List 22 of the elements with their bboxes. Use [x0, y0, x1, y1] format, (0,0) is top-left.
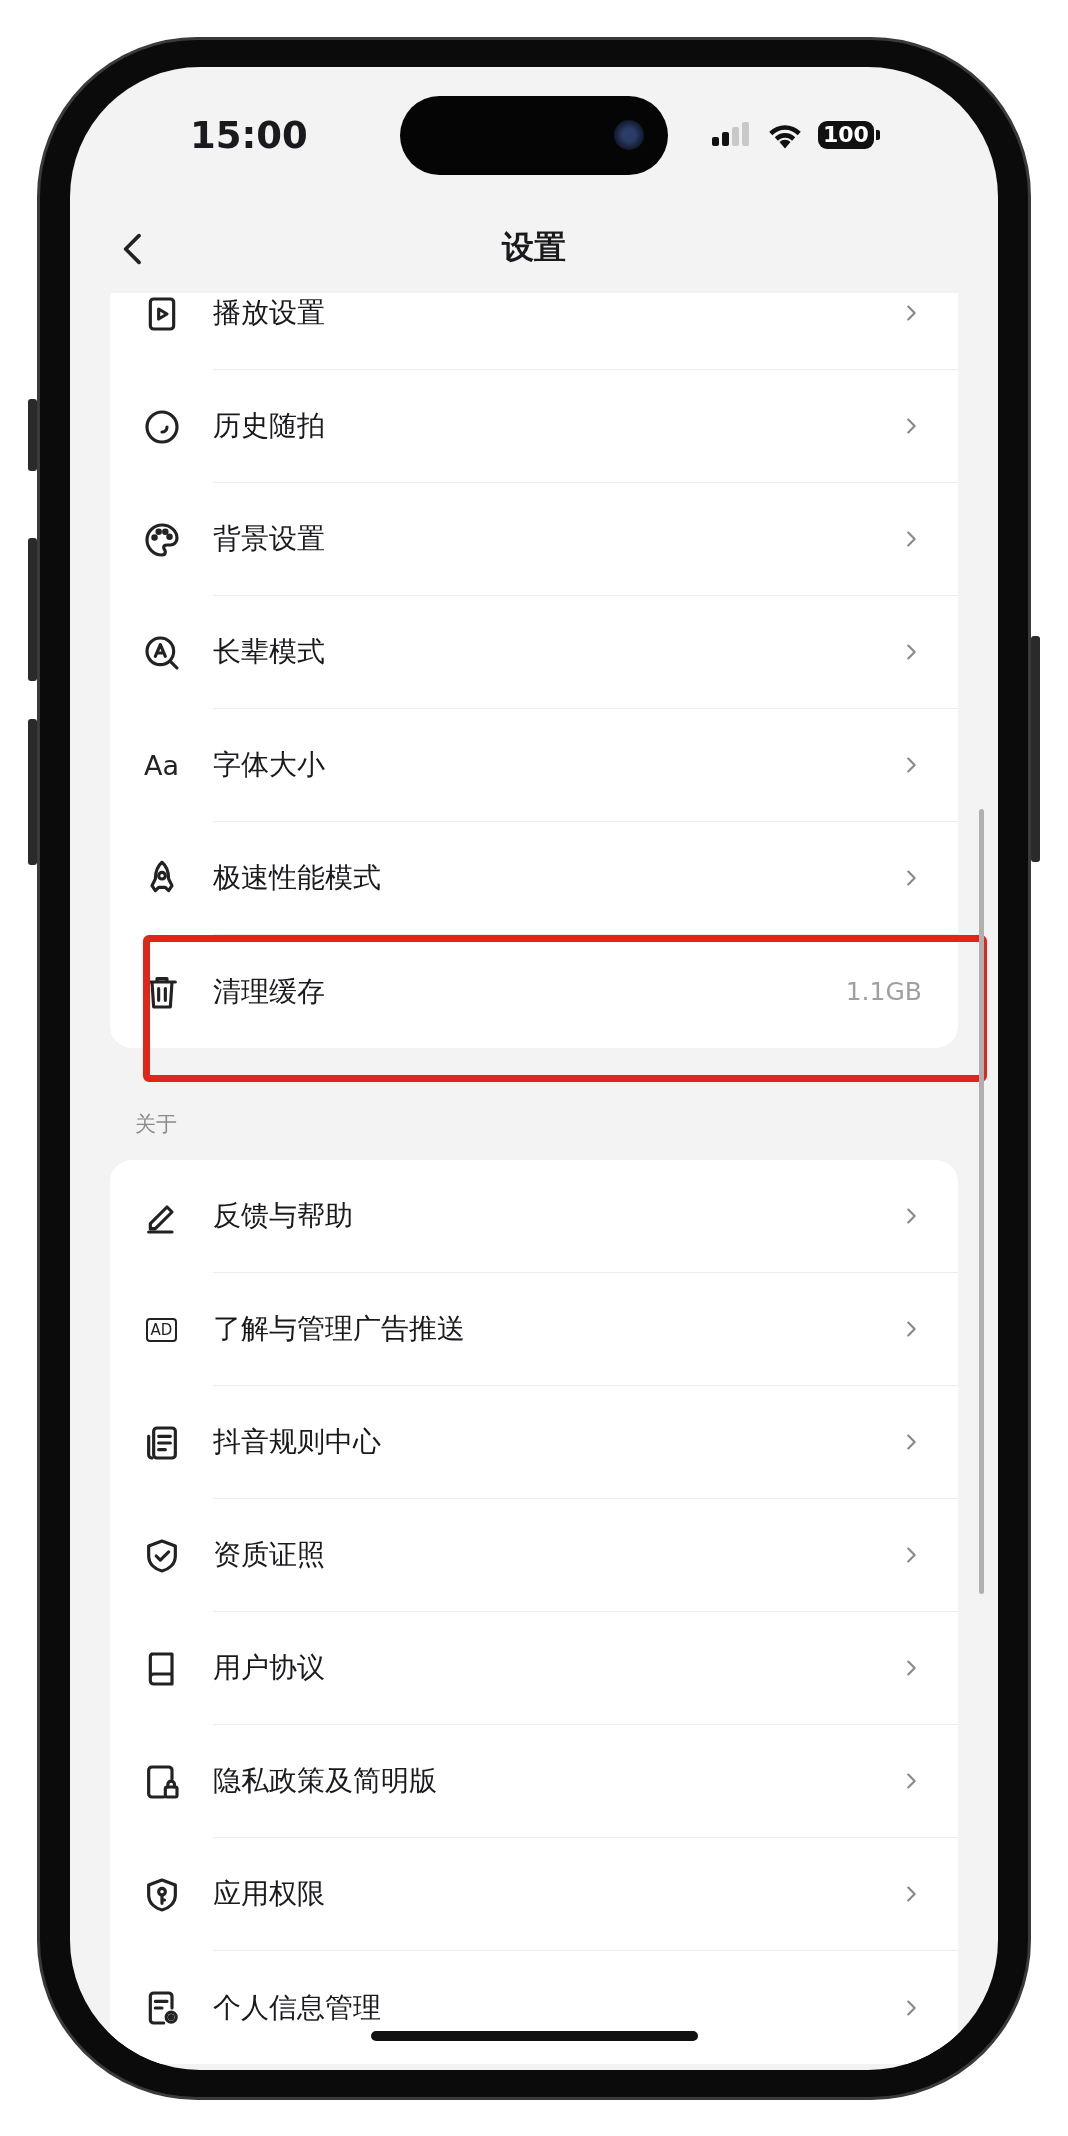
- settings-item[interactable]: 了解与管理广告推送: [213, 1310, 900, 1348]
- ad-icon: AD: [145, 1317, 178, 1342]
- status-time: 15:00: [190, 113, 309, 157]
- settings-item[interactable]: 隐私政策及简明版: [213, 1762, 900, 1800]
- settings-item[interactable]: 清理缓存: [213, 972, 846, 1011]
- settings-item[interactable]: 用户协议: [213, 1649, 900, 1687]
- settings-item[interactable]: 抖音规则中心: [213, 1423, 900, 1461]
- camera-lens: [614, 120, 644, 150]
- settings-item[interactable]: 资质证照: [213, 1536, 900, 1574]
- settings-item[interactable]: 播放设置: [213, 294, 900, 332]
- settings-item[interactable]: 反馈与帮助: [213, 1197, 900, 1235]
- settings-item[interactable]: 应用权限: [213, 1875, 900, 1913]
- settings-item[interactable]: 极速性能模式: [213, 859, 900, 897]
- settings-item[interactable]: 长辈模式: [213, 633, 900, 671]
- cache-size: 1.1GB: [845, 977, 922, 1006]
- settings-item[interactable]: 历史随拍: [213, 407, 900, 445]
- settings-item[interactable]: 背景设置: [213, 520, 900, 558]
- page-title: 设置: [502, 227, 566, 268]
- font-size-icon: Aa: [144, 750, 179, 781]
- settings-item[interactable]: 字体大小: [213, 746, 900, 784]
- settings-item[interactable]: 个人信息管理: [213, 1988, 900, 2027]
- section-header: 关于: [135, 1112, 177, 1136]
